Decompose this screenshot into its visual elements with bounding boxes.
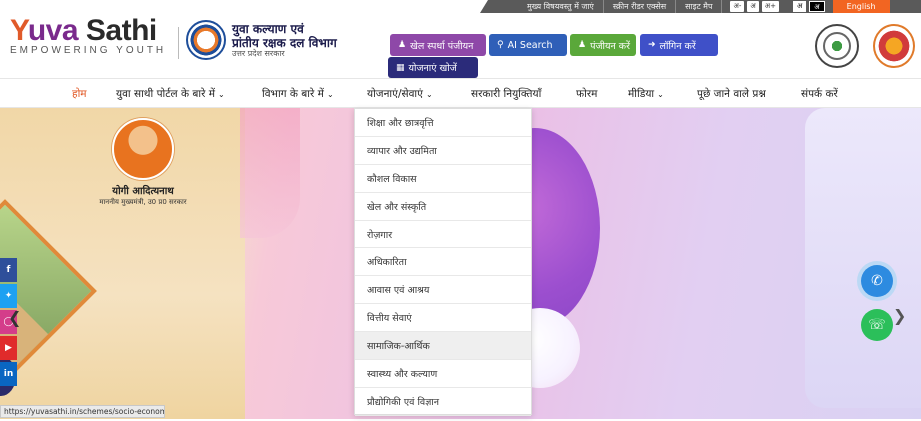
menu-item-empowerment[interactable]: अधिकारिता <box>355 248 531 277</box>
youtube-icon[interactable]: ▶ <box>0 336 17 360</box>
header-divider <box>178 27 179 59</box>
menu-item-education[interactable]: शिक्षा और छात्रवृत्ति <box>355 109 531 137</box>
carousel-prev-icon[interactable]: ❮ <box>8 308 21 327</box>
sports-registration-button[interactable]: ♟ खेल स्पर्धा पंजीयन <box>390 34 486 56</box>
font-increase-button[interactable]: अ+ <box>761 1 779 12</box>
logo-tagline: EMPOWERING YOUTH <box>10 45 167 56</box>
whatsapp-icon[interactable]: ☏ <box>861 309 893 341</box>
twitter-icon[interactable]: ✦ <box>0 284 17 308</box>
search-icon: ⚲ <box>497 40 504 50</box>
nav-item-about-department[interactable]: विभाग के बारे में ⌄ <box>262 87 334 101</box>
font-normal-button[interactable]: अ <box>747 1 759 12</box>
department-title: युवा कल्याण एवं प्रांतीय रक्षक दल विभाग <box>232 22 337 50</box>
english-language-button[interactable]: English <box>832 0 890 13</box>
nav-item-label: युवा साथी पोर्टल के बारे में <box>116 88 216 100</box>
up-government-emblem-icon <box>815 24 859 68</box>
nav-item-faq[interactable]: पूछे जाने वाले प्रश्न <box>697 87 766 101</box>
logo-y: Y <box>10 14 28 47</box>
font-decrease-button[interactable]: अ- <box>730 1 745 12</box>
nav-item-home[interactable]: होम <box>72 87 87 101</box>
nav-item-media[interactable]: मीडिया ⌄ <box>628 87 664 101</box>
department-seal-icon <box>873 24 915 68</box>
nav-item-label: होम <box>72 88 87 100</box>
menu-item-financial[interactable]: वित्तीय सेवाएं <box>355 304 531 333</box>
status-bar-url: https://yuvasathi.in/schemes/socio-econo… <box>0 405 165 418</box>
register-button[interactable]: ♟ पंजीयन करें <box>570 34 636 56</box>
nav-item-forum[interactable]: फोरम <box>576 87 597 101</box>
nav-item-label: विभाग के बारे में <box>262 88 324 100</box>
nav-item-contact[interactable]: संपर्क करें <box>801 87 838 101</box>
menu-item-employment[interactable]: रोज़गार <box>355 221 531 249</box>
register-label: पंजीयन करें <box>590 40 630 52</box>
phone-icon[interactable]: ✆ <box>861 265 893 297</box>
nav-item-about-portal[interactable]: युवा साथी पोर्टल के बारे में ⌄ <box>116 87 225 101</box>
yuva-sathi-logo[interactable]: Yuva Sathi EMPOWERING YOUTH <box>10 14 166 56</box>
department-subtitle: उत्तर प्रदेश सरकार <box>232 49 285 58</box>
sports-registration-label: खेल स्पर्धा पंजीयन <box>410 40 474 52</box>
department-title-line1: युवा कल्याण एवं <box>232 22 304 36</box>
menu-item-sports[interactable]: खेल और संस्कृति <box>355 193 531 221</box>
contrast-controls: अ अ <box>792 1 825 12</box>
sign-in-icon: ➜ <box>648 40 656 50</box>
nav-item-label: संपर्क करें <box>801 88 838 100</box>
menu-item-technology[interactable]: प्रौद्योगिकी एवं विज्ञान <box>355 388 531 416</box>
sitemap-link[interactable]: साइट मैप <box>676 0 723 13</box>
nav-item-label: मीडिया <box>628 88 655 100</box>
user-icon: ♟ <box>398 40 407 50</box>
menu-item-business[interactable]: व्यापार और उद्यमिता <box>355 137 531 165</box>
utility-bar: मुख्य विषयवस्तु में जाएं स्क्रीन रीडर एक… <box>480 0 921 13</box>
chevron-down-icon: ⌄ <box>326 90 334 99</box>
schemes-dropdown-menu: शिक्षा और छात्रवृत्ति व्यापार और उद्यमित… <box>354 108 532 416</box>
nav-item-schemes[interactable]: योजनाएं/सेवाएं ⌄ <box>367 87 433 101</box>
menu-item-skill[interactable]: कौशल विकास <box>355 165 531 193</box>
decorative-shape <box>240 108 300 238</box>
menu-item-socio-economic[interactable]: सामाजिक-आर्थिक <box>355 332 531 361</box>
nav-item-label: योजनाएं/सेवाएं <box>367 88 423 100</box>
linkedin-icon[interactable]: in <box>0 362 17 386</box>
ai-search-label: AI Search <box>507 39 553 51</box>
facebook-icon[interactable]: f <box>0 258 17 282</box>
chevron-down-icon: ⌄ <box>218 90 225 99</box>
ai-search-button[interactable]: ⚲ AI Search <box>489 34 567 56</box>
login-label: लॉगिन करें <box>659 40 696 52</box>
chevron-down-icon: ⌄ <box>657 90 664 99</box>
skip-to-content-link[interactable]: मुख्य विषयवस्तु में जाएं <box>518 0 604 13</box>
department-emblem-icon <box>186 20 226 60</box>
cm-name: योगी आदित्यनाथ <box>112 186 174 197</box>
carousel-next-icon[interactable]: ❯ <box>893 306 906 325</box>
chevron-down-icon: ⌄ <box>425 90 433 99</box>
menu-item-housing[interactable]: आवास एवं आश्रय <box>355 276 531 305</box>
sitemap-icon: ▦ <box>396 62 405 73</box>
light-contrast-button[interactable]: अ <box>792 1 807 12</box>
decorative-shape <box>805 108 921 408</box>
logo-yuva: uva <box>27 14 86 47</box>
find-schemes-button[interactable]: ▦ योजनाएं खोजें <box>388 57 478 78</box>
nav-item-govt-jobs[interactable]: सरकारी नियुक्तियाँ <box>471 87 541 101</box>
nav-item-label: फोरम <box>576 88 598 100</box>
nav-item-label: पूछे जाने वाले प्रश्न <box>697 88 766 100</box>
menu-item-health[interactable]: स्वास्थ्य और कल्याण <box>355 360 531 388</box>
page: मुख्य विषयवस्तु में जाएं स्क्रीन रीडर एक… <box>0 0 921 421</box>
font-size-controls: अ- अ अ+ <box>730 1 779 12</box>
cm-title: माननीय मुख्यमंत्री, उ0 प्र0 सरकार <box>99 198 187 206</box>
main-nav: होम युवा साथी पोर्टल के बारे में ⌄ विभाग … <box>0 78 921 108</box>
find-schemes-label: योजनाएं खोजें <box>408 63 457 74</box>
login-button[interactable]: ➜ लॉगिन करें <box>640 34 718 56</box>
dark-contrast-button[interactable]: अ <box>809 1 825 12</box>
cm-photo <box>112 118 174 180</box>
logo-sathi: Sathi <box>85 14 157 47</box>
screen-reader-link[interactable]: स्क्रीन रीडर एक्सेस <box>604 0 677 13</box>
nav-item-label: सरकारी नियुक्तियाँ <box>471 88 542 100</box>
user-icon: ♟ <box>578 40 587 50</box>
